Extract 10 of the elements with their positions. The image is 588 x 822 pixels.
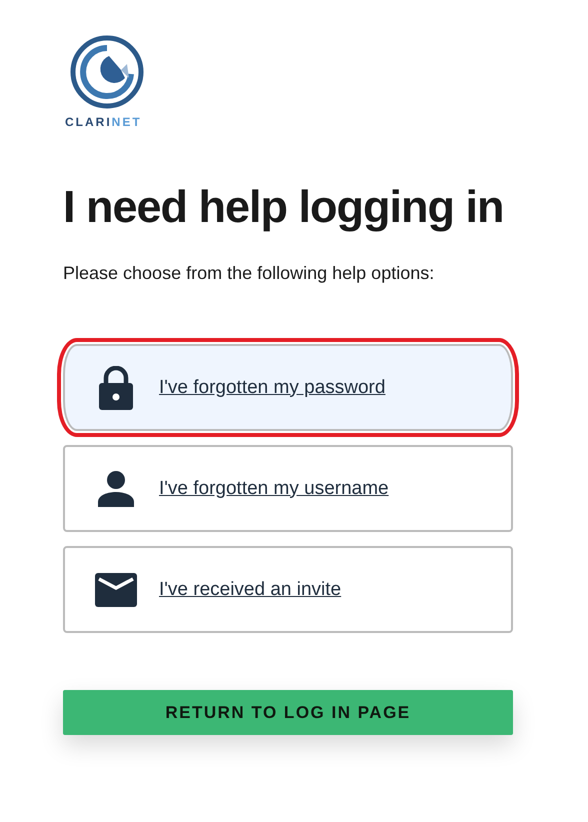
mail-icon	[95, 572, 137, 606]
instruction-text: Please choose from the following help options:	[63, 263, 436, 284]
page-heading: I need help logging in	[63, 180, 504, 234]
logo-icon	[69, 34, 145, 110]
return-button[interactable]: RETURN TO LOG IN PAGE	[63, 690, 513, 735]
logo-wordmark: CLARI NET	[65, 115, 142, 129]
person-icon	[95, 470, 137, 506]
help-option-link[interactable]: I've forgotten my username	[159, 478, 389, 500]
help-option-link[interactable]: I've forgotten my password	[159, 376, 386, 398]
help-option-link[interactable]: I've received an invite	[159, 578, 342, 600]
